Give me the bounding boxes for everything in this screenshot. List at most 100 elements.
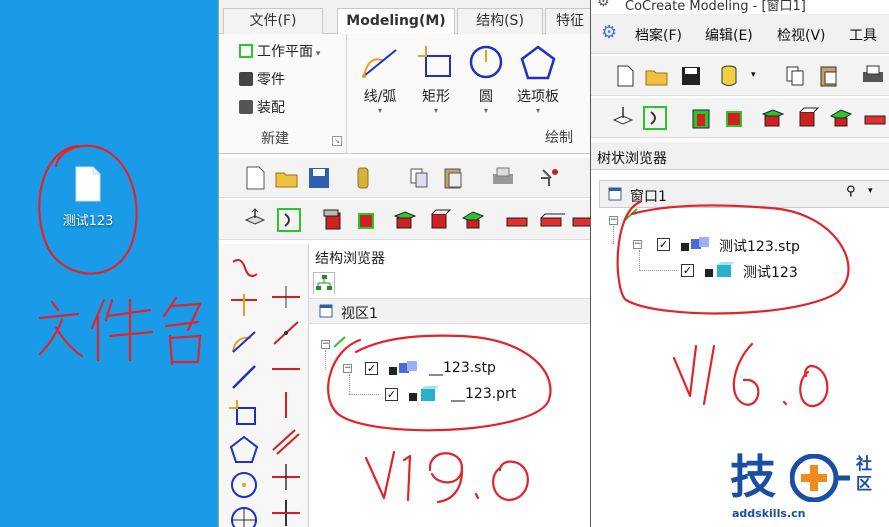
copy-icon[interactable]: [405, 164, 433, 192]
save-icon[interactable]: [305, 164, 333, 192]
workplane-button[interactable]: 工作平面 ▾: [239, 42, 320, 62]
settings-icon[interactable]: [535, 164, 563, 192]
menu-gear-icon[interactable]: ⚙: [601, 22, 617, 43]
green-top-box-icon[interactable]: [459, 206, 487, 234]
tab-structure[interactable]: 结构(S): [457, 8, 543, 34]
red-slab-3-icon[interactable]: [569, 206, 590, 234]
revolve-icon[interactable]: [641, 104, 669, 132]
assembly-node-label[interactable]: __123.stp: [429, 360, 496, 376]
database-icon[interactable]: [349, 164, 377, 192]
tool-h-line-icon[interactable]: [269, 354, 303, 384]
assembly-checkbox[interactable]: ✓: [657, 238, 670, 251]
red-slab-icon[interactable]: [861, 104, 889, 132]
menu-file[interactable]: 档案(F): [635, 25, 682, 45]
paste-icon[interactable]: [815, 62, 843, 90]
ribbon: 工作平面 ▾ 零件 装配 新建 ↘ 线/弧 ▾ 矩形 ▾ 圆 ▾ 选项板 ▾ 绘…: [219, 34, 590, 154]
viewport-icon: [319, 304, 333, 318]
root-expander[interactable]: −: [321, 340, 330, 349]
print-icon[interactable]: [859, 62, 887, 90]
workplane-label: 工作平面: [257, 44, 313, 60]
part-checkbox[interactable]: ✓: [385, 388, 398, 401]
assembly-checkbox[interactable]: ✓: [365, 362, 378, 375]
part-checkbox[interactable]: ✓: [681, 264, 694, 277]
tool-tangent-icon[interactable]: [227, 290, 261, 320]
tool-v-cross-icon[interactable]: [269, 498, 303, 527]
viewport-label: 视区1: [341, 306, 378, 322]
tool-line-icon[interactable]: [227, 362, 261, 392]
structure-browser-title: 结构浏览器: [315, 251, 385, 267]
binoculars-icon[interactable]: ⚲: [846, 184, 856, 199]
menu-tools[interactable]: 工具: [849, 25, 877, 45]
circle-button[interactable]: 圆 ▾: [459, 42, 513, 115]
tab-feature[interactable]: 特征: [545, 8, 590, 34]
tool-parallel-icon[interactable]: [269, 426, 303, 456]
draw-tool-panel: [219, 244, 309, 527]
window-row[interactable]: 窗口1 ⚲ ▾: [599, 180, 889, 208]
rectangle-button[interactable]: 矩形 ▾: [409, 42, 463, 115]
paste-icon[interactable]: [439, 164, 467, 192]
tool-pentagon-icon[interactable]: [227, 434, 261, 464]
menu-edit[interactable]: 编辑(E): [705, 25, 753, 45]
window-dropdown-icon[interactable]: ▾: [868, 186, 873, 196]
revolve-icon[interactable]: [275, 206, 303, 234]
part-node-label[interactable]: __123.prt: [451, 386, 516, 402]
open-folder-icon[interactable]: [273, 164, 301, 192]
pentagon-icon: [520, 45, 556, 80]
new-file-icon[interactable]: [611, 62, 639, 90]
tree-connector: [349, 374, 350, 394]
assembly-button[interactable]: 装配: [239, 98, 285, 118]
red-slab-icon[interactable]: [503, 206, 531, 234]
green-box-down-icon[interactable]: [391, 206, 419, 234]
assembly-expander[interactable]: −: [343, 364, 352, 373]
assembly-node-label[interactable]: 测试123.stp: [719, 236, 800, 256]
part-node-icon: [409, 386, 439, 401]
watermark-main-char: 技: [730, 450, 776, 504]
assembly-label: 装配: [257, 100, 285, 116]
red-slab-2-icon[interactable]: [537, 206, 565, 234]
new-file-icon[interactable]: [241, 164, 269, 192]
assembly-expander[interactable]: −: [633, 240, 642, 249]
solid-red-box-icon[interactable]: [319, 206, 347, 234]
dialog-launcher-icon[interactable]: ↘: [332, 136, 342, 146]
part-node-label[interactable]: 测试123: [743, 262, 798, 282]
file-icon[interactable]: [74, 166, 102, 202]
tool-spline-icon[interactable]: [227, 254, 261, 284]
red-cube-icon[interactable]: [793, 104, 821, 132]
open-folder-icon[interactable]: [643, 62, 671, 90]
ribbon-group-new: 工作平面 ▾ 零件 装配 新建 ↘: [219, 34, 347, 154]
root-expander[interactable]: −: [609, 216, 618, 225]
extrude-icon[interactable]: [609, 104, 637, 132]
viewport-row[interactable]: 视区1: [309, 298, 590, 324]
part-button[interactable]: 零件: [239, 70, 285, 90]
part-node-icon: [705, 262, 735, 277]
shell-icon[interactable]: [353, 206, 381, 234]
tool-rectangle-icon[interactable]: [227, 398, 261, 428]
tool-v-line-icon[interactable]: [269, 390, 303, 420]
dropdown-arrow-icon[interactable]: ▾: [751, 70, 756, 80]
tab-file[interactable]: 文件(F): [223, 8, 323, 34]
tree-tab[interactable]: [313, 272, 335, 294]
watermark-community: 社区: [856, 454, 873, 493]
green-box-down-icon[interactable]: [759, 104, 787, 132]
extrude-icon[interactable]: [241, 206, 269, 234]
menu-view[interactable]: 检视(V): [777, 25, 826, 45]
shell-icon[interactable]: [721, 104, 749, 132]
solid-red-box-icon[interactable]: [687, 104, 715, 132]
red-cube-icon[interactable]: [425, 206, 453, 234]
save-icon[interactable]: [677, 62, 705, 90]
palette-button[interactable]: 选项板 ▾: [511, 42, 565, 115]
tree-connector: [349, 394, 379, 395]
print-icon[interactable]: [489, 164, 517, 192]
database-icon[interactable]: [715, 62, 743, 90]
tool-circle-icon[interactable]: [227, 470, 261, 500]
line-arc-button[interactable]: 线/弧 ▾: [353, 42, 407, 115]
tool-diagonal-icon[interactable]: [269, 318, 303, 348]
copy-icon[interactable]: [781, 62, 809, 90]
tool-circle-center-icon[interactable]: [227, 502, 261, 527]
tool-arc-icon[interactable]: [227, 326, 261, 356]
tab-modeling[interactable]: Modeling(M): [337, 8, 455, 35]
tool-cross-icon[interactable]: [269, 462, 303, 492]
file-name-label[interactable]: 测试123: [46, 210, 130, 229]
tool-h-cross-icon[interactable]: [269, 282, 303, 312]
green-top-box-icon[interactable]: [827, 104, 855, 132]
